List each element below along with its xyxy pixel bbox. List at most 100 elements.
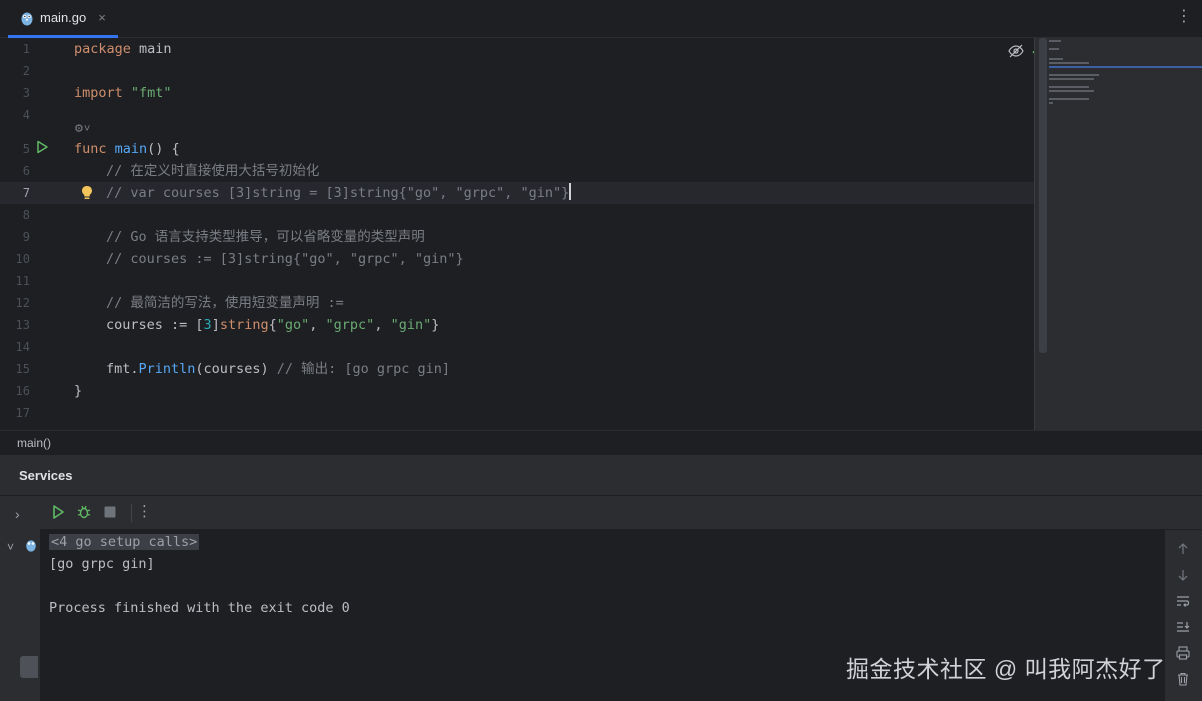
- code-line: 15 fmt.Println(courses) // 输出: [go grpc …: [0, 358, 1034, 380]
- tab-main-go[interactable]: main.go ×: [8, 0, 118, 38]
- code-line: 14: [0, 336, 1034, 358]
- code-token: main: [114, 141, 148, 157]
- line-number: 13: [15, 318, 30, 332]
- code-token: Println: [138, 361, 196, 377]
- code-token: ]: [211, 317, 220, 333]
- code-line: 16 }: [0, 380, 1034, 402]
- tab-label: main.go: [40, 10, 87, 25]
- code-editor[interactable]: 1 package main 2 3 import "fmt" 4 ⚙˅ 5 f…: [0, 38, 1044, 430]
- code-token: "grpc": [325, 317, 375, 333]
- stop-icon[interactable]: [102, 504, 118, 520]
- code-token: {: [268, 317, 277, 333]
- code-line: 5 func main() {: [0, 138, 1034, 160]
- code-token: // courses := [3]string{"go", "grpc", "g…: [106, 251, 464, 267]
- run-gutter-icon[interactable]: [35, 140, 49, 154]
- code-token: ,: [374, 317, 391, 333]
- text-caret: [569, 183, 571, 200]
- code-token: package: [74, 41, 131, 57]
- line-number: 3: [22, 86, 30, 100]
- line-number: 17: [15, 406, 30, 420]
- code-token: }: [74, 383, 83, 399]
- code-token: main: [130, 41, 172, 57]
- minimap-scrollbar[interactable]: [1039, 38, 1047, 353]
- line-number: 2: [22, 64, 30, 78]
- tab-close-icon[interactable]: ×: [98, 10, 106, 25]
- line-number: 12: [15, 296, 30, 310]
- arrow-up-icon[interactable]: [1176, 542, 1190, 556]
- line-number: 5: [22, 142, 30, 156]
- line-number: 14: [15, 340, 30, 354]
- code-line: 6 // 在定义时直接使用大括号初始化: [0, 160, 1034, 182]
- toolbar-divider: [131, 504, 132, 522]
- line-number: 7: [22, 186, 30, 200]
- expand-arrow-icon[interactable]: ›: [15, 506, 20, 522]
- code-line: 8: [0, 204, 1034, 226]
- code-token: // var courses [3]string = [3]string{"go…: [106, 185, 570, 201]
- code-line: 9 // Go 语言支持类型推导，可以省略变量的类型声明: [0, 226, 1034, 248]
- reader-mode-eye-icon[interactable]: [1008, 44, 1024, 58]
- code-line: 4: [0, 104, 1034, 126]
- code-token: courses := [: [106, 317, 204, 333]
- line-number: 15: [15, 362, 30, 376]
- code-line-current: 7 // var courses [3]string = [3]string{"…: [0, 182, 1034, 204]
- code-token: string: [219, 317, 269, 333]
- trash-icon[interactable]: [1176, 672, 1190, 686]
- line-number: 8: [22, 208, 30, 222]
- code-line: 17: [0, 402, 1034, 424]
- code-token: (courses): [195, 361, 277, 377]
- services-toolbar: ⋮: [40, 496, 1202, 530]
- code-token: "gin": [390, 317, 432, 333]
- code-token: import: [74, 85, 123, 101]
- code-token: "fmt": [130, 85, 172, 101]
- breadcrumb[interactable]: main(): [0, 430, 1202, 455]
- panel-resize-handle[interactable]: [20, 656, 38, 678]
- go-run-config-icon[interactable]: [25, 538, 37, 552]
- folded-calls[interactable]: <4 go setup calls>: [49, 534, 200, 550]
- code-line: 12 // 最简洁的写法，使用短变量声明 :=: [0, 292, 1034, 314]
- services-panel-title: Services: [0, 455, 1202, 496]
- console-line: Process finished with the exit code 0: [49, 600, 350, 616]
- line-number: 11: [15, 274, 30, 288]
- code-line: 2: [0, 60, 1034, 82]
- soft-wrap-icon[interactable]: [1176, 594, 1190, 608]
- code-line: 3 import "fmt": [0, 82, 1034, 104]
- code-token: func: [74, 141, 107, 157]
- lightbulb-icon[interactable]: [80, 185, 94, 201]
- code-line: 10 // courses := [3]string{"go", "grpc",…: [0, 248, 1034, 270]
- watermark: 掘金技术社区 @ 叫我阿杰好了: [846, 656, 1166, 682]
- print-icon[interactable]: [1176, 646, 1190, 660]
- code-token: // 输出: [go grpc gin]: [276, 361, 451, 377]
- inlay-hint-icon[interactable]: ⚙˅: [74, 122, 90, 135]
- more-options-icon[interactable]: ⋮: [1176, 9, 1192, 25]
- console-line: <4 go setup calls>: [49, 531, 200, 553]
- code-token: // Go 语言支持类型推导，可以省略变量的类型声明: [106, 229, 425, 245]
- line-number: 1: [22, 42, 30, 56]
- collapse-arrow-icon[interactable]: ˅: [7, 540, 14, 554]
- scroll-to-end-icon[interactable]: [1176, 620, 1190, 634]
- code-line: 13 courses := [3]string{"go", "grpc", "g…: [0, 314, 1034, 336]
- more-actions-icon[interactable]: ⋮: [137, 503, 152, 521]
- run-icon[interactable]: [50, 504, 66, 520]
- code-token: 3: [203, 317, 212, 333]
- code-token: fmt.: [106, 361, 139, 377]
- line-number: 10: [15, 252, 30, 266]
- code-line: 11: [0, 270, 1034, 292]
- line-number: 4: [22, 108, 30, 122]
- code-token: // 最简洁的写法，使用短变量声明 :=: [106, 295, 344, 311]
- editor-tab-bar: main.go × ⋮: [0, 0, 1202, 38]
- debug-icon[interactable]: [76, 504, 92, 520]
- line-number: 6: [22, 164, 30, 178]
- code-token: () {: [147, 141, 180, 157]
- console-line: [go grpc gin]: [49, 556, 155, 572]
- code-token: // 在定义时直接使用大括号初始化: [106, 163, 320, 179]
- line-number: 16: [15, 384, 30, 398]
- go-file-icon: [21, 12, 33, 25]
- code-line: 1 package main: [0, 38, 1034, 60]
- console-side-toolbar: [1165, 530, 1202, 701]
- minimap[interactable]: [1034, 38, 1202, 430]
- code-token: ,: [309, 317, 326, 333]
- code-token: "go": [276, 317, 310, 333]
- code-token: }: [431, 317, 440, 333]
- arrow-down-icon[interactable]: [1176, 568, 1190, 582]
- services-tree: › ˅: [0, 496, 40, 701]
